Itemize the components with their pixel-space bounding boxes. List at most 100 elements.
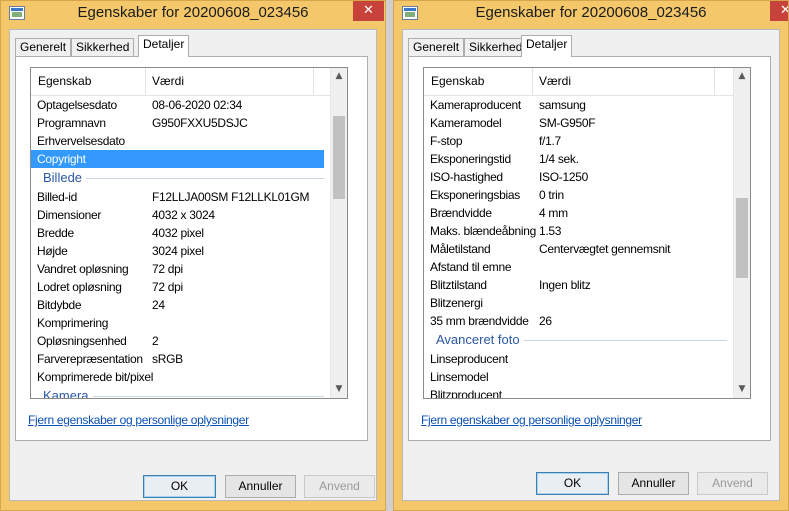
table-row[interactable]: Lodret opløsning 72 dpi	[31, 278, 330, 296]
property-name: Kameramodel	[430, 116, 502, 130]
table-row[interactable]: Bitdybde 24	[31, 296, 330, 314]
table-row[interactable]: Blitzenergi	[424, 294, 733, 312]
title-bar[interactable]: Egenskaber for 20200608_023456 ✕	[1, 1, 385, 29]
scroll-up-icon[interactable]: ▲	[734, 68, 750, 85]
table-row[interactable]: Eksponeringsbias 0 trin	[424, 186, 733, 204]
table-row[interactable]: Linseproducent	[424, 350, 733, 368]
scroll-thumb[interactable]	[736, 198, 748, 278]
table-row[interactable]: Copyright	[31, 150, 324, 168]
property-name: 35 mm brændvidde	[430, 314, 529, 328]
property-name: Lodret opløsning	[37, 280, 122, 294]
property-value: Centervægtet gennemsnit	[539, 242, 671, 256]
tab-sikkerhed[interactable]: Sikkerhed	[464, 38, 528, 57]
apply-button[interactable]: Anvend	[697, 472, 768, 495]
column-divider[interactable]	[313, 68, 314, 95]
property-value: 08-06-2020 02:34	[152, 98, 242, 112]
table-row[interactable]: Bredde 4032 pixel	[31, 224, 330, 242]
table-row[interactable]: ISO-hastighed ISO-1250	[424, 168, 733, 186]
apply-button[interactable]: Anvend	[304, 475, 375, 498]
table-row[interactable]: 35 mm brændvidde 26	[424, 312, 733, 330]
scroll-thumb[interactable]	[333, 116, 345, 199]
dialog-body: Generelt Sikkerhed Detaljer Egenskab Vær…	[9, 29, 377, 501]
list-header: Egenskab Værdi	[31, 68, 330, 96]
table-row[interactable]: Kameraproducent samsung	[424, 96, 733, 114]
cancel-button[interactable]: Annuller	[618, 472, 689, 495]
column-divider[interactable]	[145, 68, 146, 95]
property-name: Blitzproducent	[430, 388, 502, 398]
tab-page-detaljer: Egenskab Værdi Optagelsesdato 08-06-2020 …	[15, 56, 368, 441]
property-name: Eksponeringstid	[430, 152, 511, 166]
list-rows: Optagelsesdato 08-06-2020 02:34 Programnav…	[31, 96, 330, 398]
column-header-vaerdi[interactable]: Værdi	[539, 74, 571, 88]
property-name: Linsemodel	[430, 370, 489, 384]
column-header-vaerdi[interactable]: Værdi	[152, 74, 184, 88]
column-divider[interactable]	[714, 68, 715, 95]
properties-window-right: Egenskaber for 20200608_023456 ✕ Generel…	[393, 0, 789, 511]
cancel-button[interactable]: Annuller	[225, 475, 296, 498]
list-rows: Kameraproducent samsung Kameramodel SM-G950…	[424, 96, 733, 398]
column-header-egenskab[interactable]: Egenskab	[38, 74, 91, 88]
table-row[interactable]: Afstand til emne	[424, 258, 733, 276]
property-name: Komprimering	[37, 316, 109, 330]
tab-detaljer[interactable]: Detaljer	[521, 35, 573, 57]
table-row[interactable]: Komprimering	[31, 314, 330, 332]
tab-generelt[interactable]: Generelt	[15, 38, 72, 57]
scroll-up-icon[interactable]: ▲	[331, 68, 347, 85]
table-row[interactable]: Billed-id F12LLJA00SM F12LLKL01GM	[31, 188, 330, 206]
remove-properties-link[interactable]: Fjern egenskaber og personlige oplysning…	[28, 413, 249, 427]
list-header: Egenskab Værdi	[424, 68, 733, 96]
property-value: f/1.7	[539, 134, 561, 148]
property-value: 4 mm	[539, 206, 568, 220]
window-title: Egenskaber for 20200608_023456	[475, 4, 707, 21]
vertical-scrollbar[interactable]: ▲ ▼	[330, 68, 347, 398]
close-button[interactable]: ✕	[353, 1, 384, 21]
table-row[interactable]: Brændvidde 4 mm	[424, 204, 733, 222]
details-list[interactable]: Egenskab Værdi Kameraproducent samsung Kam…	[423, 67, 751, 399]
property-name: Dimensioner	[37, 208, 102, 222]
close-button[interactable]: ✕	[770, 1, 788, 21]
property-name: Blitztilstand	[430, 278, 487, 292]
table-row[interactable]: Måletilstand Centervægtet gennemsnit	[424, 240, 733, 258]
remove-properties-link[interactable]: Fjern egenskaber og personlige oplysning…	[421, 413, 642, 427]
property-name: Bredde	[37, 226, 74, 240]
details-list[interactable]: Egenskab Værdi Optagelsesdato 08-06-2020 …	[30, 67, 348, 399]
table-row[interactable]: Farverepræsentation sRGB	[31, 350, 330, 368]
table-row[interactable]: F-stop f/1.7	[424, 132, 733, 150]
table-row[interactable]: Erhvervelsesdato	[31, 132, 330, 150]
property-name: Bitdybde	[37, 298, 82, 312]
table-row[interactable]: Blitzproducent	[424, 386, 733, 398]
table-row[interactable]: Opløsningsenhed 2	[31, 332, 330, 350]
property-value: SM-G950F	[539, 116, 596, 130]
column-header-egenskab[interactable]: Egenskab	[431, 74, 484, 88]
ok-button[interactable]: OK	[143, 475, 216, 498]
scroll-down-icon[interactable]: ▼	[734, 381, 750, 398]
table-row[interactable]: Kameramodel SM-G950F	[424, 114, 733, 132]
table-row[interactable]: Linsemodel	[424, 368, 733, 386]
table-row[interactable]: Komprimerede bit/pixel	[31, 368, 330, 386]
property-name: Farverepræsentation	[37, 352, 143, 366]
property-value: 0 trin	[539, 188, 564, 202]
table-row[interactable]: Programnavn G950FXXU5DSJC	[31, 114, 330, 132]
tab-generelt[interactable]: Generelt	[408, 38, 465, 57]
column-divider[interactable]	[532, 68, 533, 95]
table-row[interactable]: Optagelsesdato 08-06-2020 02:34	[31, 96, 330, 114]
dialog-body: Generelt Sikkerhed Detaljer Egenskab Vær…	[402, 29, 780, 501]
property-value: samsung	[539, 98, 586, 112]
tab-detaljer[interactable]: Detaljer	[138, 35, 190, 57]
property-value: 24	[152, 298, 165, 312]
property-value: Ingen blitz	[539, 278, 591, 292]
vertical-scrollbar[interactable]: ▲ ▼	[733, 68, 750, 398]
table-row[interactable]: Eksponeringstid 1/4 sek.	[424, 150, 733, 168]
title-bar[interactable]: Egenskaber for 20200608_023456 ✕	[394, 1, 788, 29]
scroll-down-icon[interactable]: ▼	[331, 381, 347, 398]
table-row[interactable]: Dimensioner 4032 x 3024	[31, 206, 330, 224]
property-name: Afstand til emne	[430, 260, 512, 274]
table-row[interactable]: Maks. blændeåbning 1.53	[424, 222, 733, 240]
property-value: 4032 x 3024	[152, 208, 215, 222]
table-row[interactable]: Vandret opløsning 72 dpi	[31, 260, 330, 278]
window-title: Egenskaber for 20200608_023456	[77, 4, 309, 21]
tab-sikkerhed[interactable]: Sikkerhed	[71, 38, 135, 57]
table-row[interactable]: Blitztilstand Ingen blitz	[424, 276, 733, 294]
table-row[interactable]: Højde 3024 pixel	[31, 242, 330, 260]
ok-button[interactable]: OK	[536, 472, 609, 495]
